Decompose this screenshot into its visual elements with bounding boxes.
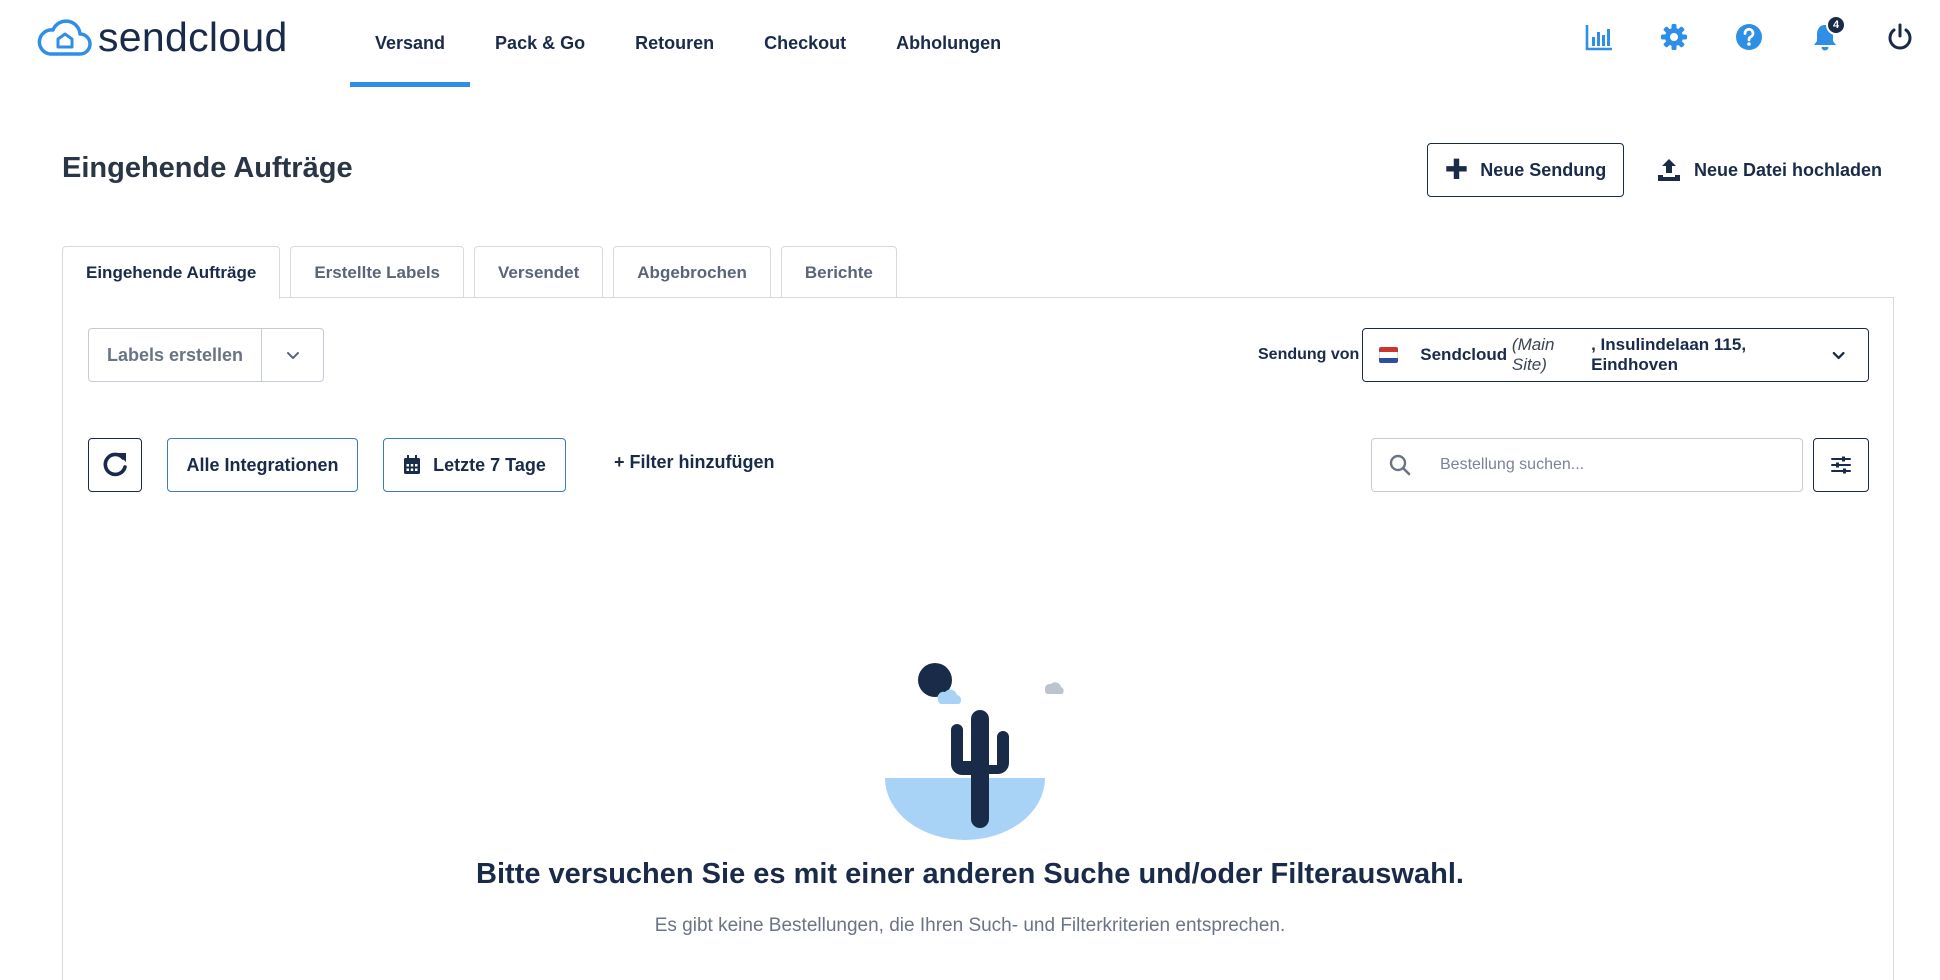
bell-icon[interactable]: 4 <box>1809 15 1846 53</box>
date-range-button[interactable]: Letzte 7 Tage <box>383 438 566 492</box>
search-icon <box>1389 454 1411 476</box>
chevron-down-icon <box>1832 351 1845 360</box>
brand-name: sendcloud <box>98 13 288 60</box>
chevron-down-icon <box>286 352 299 359</box>
ship-from-site: (Main Site) <box>1511 335 1555 374</box>
new-shipment-button[interactable]: ✚ Neue Sendung <box>1427 143 1624 197</box>
order-search-input[interactable] <box>1440 456 1770 474</box>
power-icon[interactable] <box>1884 21 1916 53</box>
ship-from-name: Sendcloud <box>1420 345 1508 364</box>
analytics-icon[interactable] <box>1583 21 1615 53</box>
gear-icon[interactable] <box>1658 21 1690 53</box>
create-labels-button[interactable]: Labels erstellen <box>89 329 262 381</box>
ship-from-label: Sendung von <box>1258 346 1360 363</box>
create-labels-split-button: Labels erstellen <box>88 328 324 382</box>
plus-icon: ✚ <box>1444 154 1469 185</box>
filter-settings-button[interactable] <box>1813 438 1869 492</box>
upload-file-button[interactable]: Neue Datei hochladen <box>1656 150 1882 190</box>
page-title: Eingehende Aufträge <box>62 152 353 184</box>
main-nav: Versand Pack & Go Retouren Checkout Abho… <box>350 0 1026 87</box>
empty-state-title: Bitte versuchen Sie es mit einer anderen… <box>476 858 1464 890</box>
nav-item-pack-and-go[interactable]: Pack & Go <box>470 0 610 87</box>
nav-item-abholungen[interactable]: Abholungen <box>871 0 1026 87</box>
add-filter-button[interactable]: + Filter hinzufügen <box>614 452 775 473</box>
refresh-icon <box>103 452 127 477</box>
ship-from-select[interactable]: Sendcloud (Main Site) , Insulindelaan 115… <box>1362 328 1869 382</box>
tab-abgebrochen[interactable]: Abgebrochen <box>613 246 771 298</box>
netherlands-flag-icon <box>1379 347 1399 363</box>
notification-badge: 4 <box>1826 15 1846 35</box>
ship-from-address: , Insulindelaan 115, Eindhoven <box>1591 335 1747 374</box>
sendcloud-logo[interactable]: sendcloud <box>36 14 288 60</box>
nav-item-checkout[interactable]: Checkout <box>739 0 871 87</box>
tab-erstellte-labels[interactable]: Erstellte Labels <box>290 246 465 298</box>
order-tabs: Eingehende Aufträge Erstellte Labels Ver… <box>62 246 907 299</box>
new-shipment-label: Neue Sendung <box>1480 159 1607 180</box>
date-range-label: Letzte 7 Tage <box>433 454 546 475</box>
top-navigation-bar: sendcloud Versand Pack & Go Retouren Che… <box>0 0 1940 87</box>
tab-berichte[interactable]: Berichte <box>780 246 897 298</box>
cloud-logo-icon <box>37 19 92 56</box>
create-labels-dropdown-toggle[interactable] <box>262 329 323 381</box>
order-search-box <box>1371 438 1803 492</box>
tab-versendet[interactable]: Versendet <box>474 246 604 298</box>
upload-file-label: Neue Datei hochladen <box>1694 159 1883 180</box>
integrations-filter-button[interactable]: Alle Integrationen <box>167 438 358 492</box>
nav-item-retouren[interactable]: Retouren <box>610 0 739 87</box>
help-icon[interactable] <box>1733 21 1765 53</box>
upload-icon <box>1658 159 1680 181</box>
refresh-button[interactable] <box>88 438 142 492</box>
empty-state-subtitle: Es gibt keine Bestellungen, die Ihren Su… <box>654 915 1286 936</box>
calendar-icon <box>404 455 421 474</box>
tab-eingehende-auftraege[interactable]: Eingehende Aufträge <box>62 246 281 299</box>
desert-cactus-illustration <box>885 663 1064 840</box>
nav-item-versand[interactable]: Versand <box>350 0 471 87</box>
sliders-icon <box>1831 456 1851 474</box>
